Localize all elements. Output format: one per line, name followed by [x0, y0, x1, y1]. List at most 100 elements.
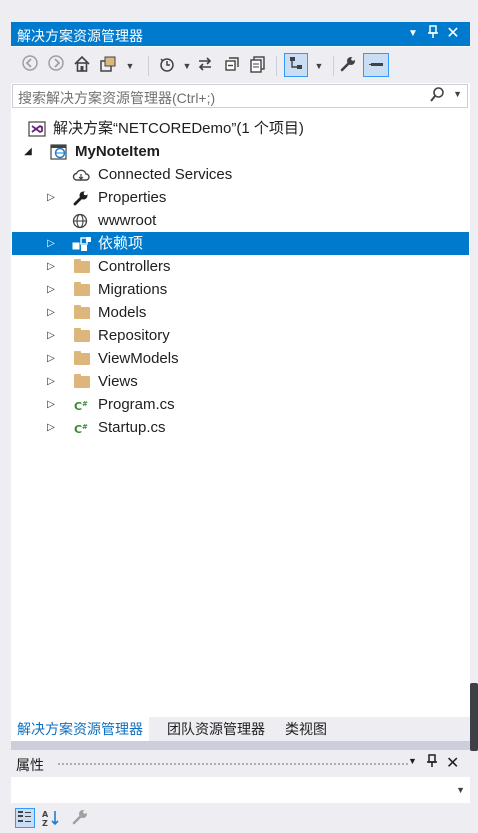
chevron-down-icon[interactable]: ▼: [456, 785, 465, 795]
tree-row-views[interactable]: ▷ Views: [12, 370, 469, 393]
toolbar-separator: [276, 56, 277, 76]
tree-item-label: Connected Services: [98, 166, 233, 183]
tab-solution-explorer[interactable]: 解决方案资源管理器: [11, 717, 149, 741]
cloud-icon: [72, 167, 90, 182]
pin-icon[interactable]: [426, 754, 438, 771]
preview-dropdown-icon[interactable]: ▼: [308, 55, 330, 77]
solution-explorer-titlebar[interactable]: 解决方案资源管理器 ▼ ✕: [11, 22, 470, 46]
dependencies-icon: [72, 236, 91, 251]
switch-views-dropdown-icon[interactable]: ▼: [119, 55, 141, 77]
tree-row-controllers[interactable]: ▷ Controllers: [12, 255, 469, 278]
tree-item-label: wwwroot: [98, 212, 157, 229]
tree-row-models[interactable]: ▷ Models: [12, 301, 469, 324]
properties-toolbar: AZ: [11, 804, 470, 829]
panel-title: 解决方案资源管理器: [17, 28, 143, 44]
folder-icon: [74, 351, 90, 365]
drag-grip: [57, 762, 409, 766]
preview-selected-items-icon[interactable]: [284, 53, 308, 77]
svg-text:#: #: [82, 423, 88, 431]
bottom-tab-strip: 解决方案资源管理器 团队资源管理器 类视图: [11, 717, 470, 741]
tab-class-view[interactable]: 类视图: [279, 717, 333, 741]
expand-arrow-icon[interactable]: ▷: [45, 393, 57, 416]
switch-views-icon[interactable]: [97, 55, 119, 77]
collapse-all-icon[interactable]: [221, 55, 243, 77]
tree-row-migrations[interactable]: ▷ Migrations: [12, 278, 469, 301]
tree-row-repository[interactable]: ▷ Repository: [12, 324, 469, 347]
close-icon[interactable]: ✕: [446, 753, 459, 773]
svg-text:A: A: [42, 810, 49, 819]
tree-row-viewmodels[interactable]: ▷ ViewModels: [12, 347, 469, 370]
folder-icon: [74, 259, 90, 273]
solution-label: 解决方案“NETCOREDemo”(1 个项目): [53, 120, 304, 137]
solution-explorer-search[interactable]: 搜索解决方案资源管理器(Ctrl+;) ▼: [12, 84, 468, 108]
left-dock-strip: [0, 0, 11, 829]
pin-preview-icon[interactable]: [363, 53, 389, 77]
tree-item-label: 依赖项: [98, 235, 144, 252]
tree-row-dependencies[interactable]: ▷ 依赖项: [12, 232, 469, 255]
pin-icon[interactable]: [424, 25, 442, 43]
back-icon[interactable]: [19, 55, 41, 77]
expand-arrow-icon[interactable]: ▷: [45, 347, 57, 370]
tab-team-explorer[interactable]: 团队资源管理器: [161, 717, 271, 741]
expand-arrow-icon[interactable]: ▷: [45, 324, 57, 347]
tree-item-label: Properties: [98, 189, 167, 206]
expand-arrow-icon[interactable]: ▷: [45, 232, 57, 255]
folder-icon: [74, 282, 90, 296]
properties-title: 属性: [16, 757, 44, 773]
toolbar-separator: [333, 56, 334, 76]
scrollbar-thumb[interactable]: [470, 683, 478, 751]
toolbar-separator: [148, 56, 149, 76]
folder-icon: [74, 374, 90, 388]
search-input[interactable]: 搜索解决方案资源管理器(Ctrl+;): [18, 88, 215, 108]
property-pages-wrench-icon[interactable]: [71, 808, 89, 831]
tree-item-label: Views: [98, 373, 138, 390]
tree-row-wwwroot[interactable]: wwwroot: [12, 209, 469, 232]
svg-text:#: #: [82, 400, 88, 408]
tree-row-program-cs[interactable]: ▷ C # Program.cs: [12, 393, 469, 416]
folder-icon: [74, 328, 90, 342]
expand-arrow-icon[interactable]: ▷: [45, 370, 57, 393]
wrench-icon: [72, 190, 88, 206]
properties-object-selector[interactable]: ▼: [11, 777, 470, 803]
svg-text:C: C: [74, 423, 82, 436]
search-options-dropdown-icon[interactable]: ▼: [453, 89, 462, 99]
categorized-icon[interactable]: [15, 808, 35, 828]
tree-row-startup-cs[interactable]: ▷ C # Startup.cs: [12, 416, 469, 439]
tree-item-label: Migrations: [98, 281, 168, 298]
tree-row-connected-services[interactable]: Connected Services: [12, 163, 469, 186]
sync-icon[interactable]: [194, 55, 216, 77]
tree-row-properties[interactable]: ▷ Properties: [12, 186, 469, 209]
properties-titlebar[interactable]: 属性 ▼ ✕: [11, 751, 470, 775]
expand-arrow-icon[interactable]: ▷: [45, 301, 57, 324]
search-icon[interactable]: [429, 86, 445, 108]
expand-arrow-icon[interactable]: ▷: [45, 255, 57, 278]
folder-icon: [74, 305, 90, 319]
show-all-files-icon[interactable]: [247, 55, 269, 77]
close-icon[interactable]: ✕: [444, 25, 462, 43]
tree-item-label: Startup.cs: [98, 419, 166, 436]
tree-item-label: Controllers: [98, 258, 171, 275]
collapse-arrow-icon[interactable]: ◢: [22, 140, 34, 163]
tree-row-project[interactable]: ◢ MyNoteItem: [12, 140, 469, 163]
tree-row-solution[interactable]: 解决方案“NETCOREDemo”(1 个项目): [12, 117, 469, 140]
home-icon[interactable]: [71, 55, 93, 77]
alphabetical-sort-icon[interactable]: AZ: [41, 808, 61, 833]
solution-explorer-toolbar: ▼ ▼ ▼: [11, 47, 470, 83]
expand-arrow-icon[interactable]: ▷: [45, 416, 57, 439]
expand-arrow-icon[interactable]: ▷: [45, 186, 57, 209]
window-position-dropdown-icon[interactable]: ▼: [404, 25, 422, 43]
visual-studio-solution-icon: [28, 121, 46, 137]
panel-splitter[interactable]: [11, 741, 470, 750]
svg-text:Z: Z: [42, 819, 48, 828]
svg-text:C: C: [74, 400, 82, 413]
web-project-icon: [50, 144, 67, 160]
tree-item-label: Program.cs: [98, 396, 175, 413]
tree-item-label: Repository: [98, 327, 170, 344]
csharp-file-icon: C #: [74, 420, 90, 436]
properties-wrench-icon[interactable]: [337, 55, 359, 77]
forward-icon[interactable]: [45, 55, 67, 77]
window-position-dropdown-icon[interactable]: ▼: [408, 756, 417, 766]
history-icon[interactable]: [156, 55, 178, 77]
tree-item-label: ViewModels: [98, 350, 179, 367]
expand-arrow-icon[interactable]: ▷: [45, 278, 57, 301]
